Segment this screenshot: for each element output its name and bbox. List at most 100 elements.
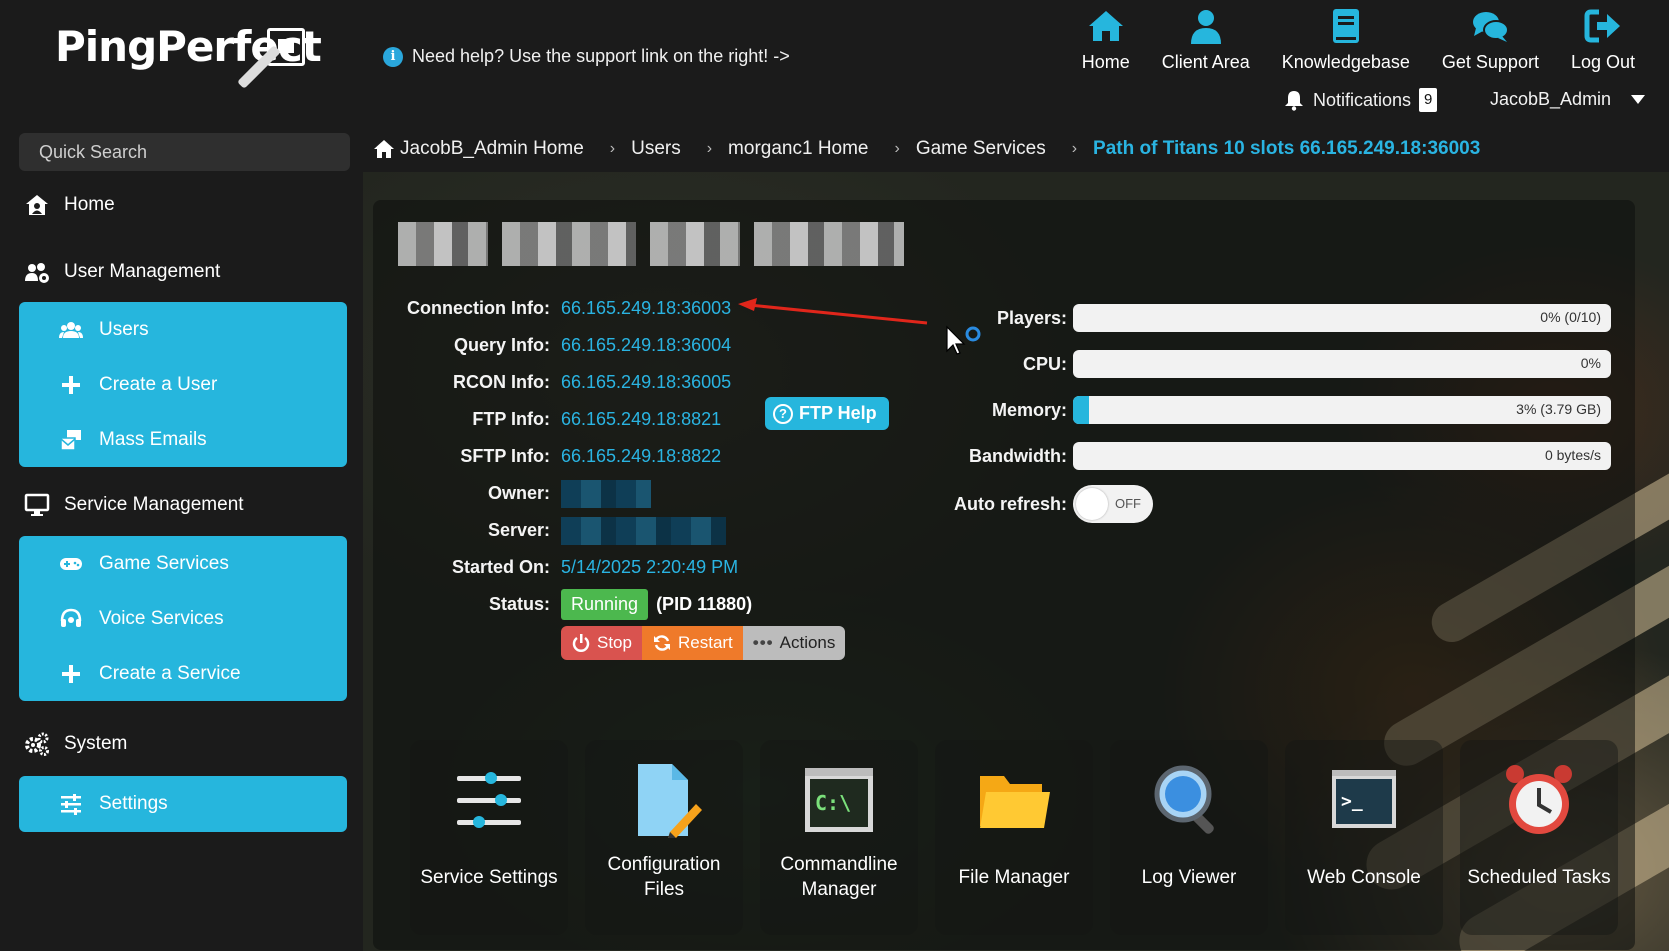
connection-info-row: Connection Info: 66.165.249.18:36003 — [390, 290, 752, 327]
username: JacobB_Admin — [1490, 89, 1612, 109]
ftp-help-button[interactable]: ? FTP Help — [765, 397, 889, 430]
rcon-info-label: RCON Info: — [453, 372, 550, 392]
tool-tiles: Service Settings Configuration Files C:\… — [410, 740, 1635, 935]
sliders-icon — [457, 772, 521, 828]
nav-home[interactable]: Home — [1066, 6, 1146, 73]
restart-button[interactable]: Restart — [641, 626, 743, 660]
sidebar-item-voice-services-label: Voice Services — [99, 607, 224, 629]
sidebar-system[interactable]: System — [24, 731, 127, 757]
owner-label: Owner: — [487, 483, 550, 503]
nav-log-out[interactable]: Log Out — [1555, 6, 1651, 73]
cpu-label: CPU: — [1023, 353, 1067, 374]
auto-refresh-toggle[interactable]: OFF — [1073, 485, 1153, 523]
sidebar-item-create-user[interactable]: Create a User — [19, 357, 347, 412]
sidebar-user-management[interactable]: User Management — [24, 259, 220, 285]
started-on-row: Started On: 5/14/2025 2:20:49 PM — [390, 549, 752, 586]
sidebar-item-users-label: Users — [99, 318, 149, 340]
sidebar-item-game-services[interactable]: Game Services — [19, 536, 347, 591]
nav-get-support[interactable]: Get Support — [1426, 6, 1555, 73]
cpu-value: 0% — [1580, 355, 1601, 371]
sidebar-item-mass-emails[interactable]: Mass Emails — [19, 412, 347, 467]
connection-info-label: Connection Info: — [407, 298, 550, 318]
nav-client-area[interactable]: Client Area — [1146, 6, 1266, 73]
svg-text:>_: >_ — [1341, 791, 1363, 812]
query-info-value[interactable]: 66.165.249.18:36004 — [561, 335, 731, 356]
service-management-group: Game Services Voice Services Create a Se… — [19, 536, 347, 701]
help-message: i Need help? Use the support link on the… — [383, 46, 790, 67]
svg-text:C:\: C:\ — [815, 791, 851, 815]
tile-service-settings[interactable]: Service Settings — [410, 740, 568, 935]
console-icon: >_ — [1332, 770, 1396, 828]
sidebar-item-voice-services[interactable]: Voice Services — [19, 591, 347, 646]
breadcrumb-users[interactable]: Users — [631, 138, 681, 160]
ftp-info-value[interactable]: 66.165.249.18:8821 — [561, 409, 721, 430]
nav-log-out-label: Log Out — [1570, 52, 1635, 72]
players-row: Players: 0% (0/10) — [940, 295, 1611, 341]
sidebar-home[interactable]: Home — [24, 192, 115, 218]
server-info: Connection Info: 66.165.249.18:36003 Que… — [390, 290, 752, 623]
home-icon — [1088, 11, 1123, 41]
logout-icon — [1584, 9, 1620, 43]
stop-label: Stop — [597, 633, 632, 652]
nav-knowledgebase[interactable]: Knowledgebase — [1266, 6, 1426, 73]
stop-button[interactable]: Stop — [561, 626, 642, 660]
mail-bulk-icon — [60, 429, 81, 451]
redacted-owner — [561, 479, 651, 508]
magnifier-icon — [1154, 765, 1214, 834]
quick-search-input[interactable] — [19, 133, 350, 171]
bandwidth-row: Bandwidth: 0 bytes/s — [940, 433, 1611, 479]
tile-web-console[interactable]: >_ Web Console — [1285, 740, 1443, 935]
status-row: Status: Running (PID 11880) — [390, 586, 752, 623]
breadcrumb-user-home[interactable]: morganc1 Home — [728, 138, 868, 160]
notifications[interactable]: Notifications 9 — [1283, 88, 1438, 112]
gears-icon — [25, 732, 49, 756]
nav-knowledgebase-label: Knowledgebase — [1281, 52, 1410, 72]
ftp-help-label: FTP Help — [799, 403, 877, 423]
tile-configuration-files[interactable]: Configuration Files — [585, 740, 743, 935]
players-bar: 0% (0/10) — [1073, 304, 1611, 332]
memory-row: Memory: 3% (3.79 GB) — [940, 387, 1611, 433]
folder-icon — [980, 776, 1050, 828]
user-icon — [1190, 10, 1221, 44]
tile-log-viewer[interactable]: Log Viewer — [1110, 740, 1268, 935]
sidebar-item-create-service[interactable]: Create a Service — [19, 646, 347, 701]
ellipsis-icon: ••• — [752, 633, 774, 652]
connection-info-value[interactable]: 66.165.249.18:36003 — [561, 298, 731, 319]
logo[interactable]: PingPerfect — [55, 22, 322, 102]
help-text: Need help? Use the support link on the r… — [412, 46, 790, 66]
breadcrumb: JacobB_Admin Home › Users › morganc1 Hom… — [373, 138, 1480, 160]
breadcrumb-admin-home[interactable]: JacobB_Admin Home — [400, 138, 584, 160]
headset-icon — [60, 608, 82, 627]
memory-value: 3% (3.79 GB) — [1516, 401, 1601, 417]
started-on-label: Started On: — [451, 557, 550, 577]
rcon-info-row: RCON Info: 66.165.249.18:36005 — [390, 364, 752, 401]
tile-service-settings-label: Service Settings — [420, 866, 558, 888]
tile-commandline-manager[interactable]: C:\ Commandline Manager — [760, 740, 918, 935]
notifications-count: 9 — [1419, 88, 1438, 112]
sidebar-item-users[interactable]: Users — [19, 302, 347, 357]
tile-commandline-manager-label: Commandline Manager — [780, 854, 898, 900]
question-icon: ? — [773, 403, 793, 424]
memory-label: Memory: — [991, 399, 1067, 420]
ftp-info-row: FTP Info: 66.165.249.18:8821 — [390, 401, 752, 438]
auto-refresh-row: Auto refresh: OFF — [940, 479, 1611, 529]
breadcrumb-game-services[interactable]: Game Services — [916, 138, 1046, 160]
tile-file-manager[interactable]: File Manager — [935, 740, 1093, 935]
chevron-right-icon: › — [894, 140, 900, 157]
tile-scheduled-tasks[interactable]: Scheduled Tasks — [1460, 740, 1618, 935]
auto-refresh-state: OFF — [1115, 496, 1141, 511]
breadcrumb-current-service: Path of Titans 10 slots 66.165.249.18:36… — [1093, 138, 1481, 159]
sidebar-item-settings[interactable]: Settings — [19, 776, 347, 832]
started-on-value: 5/14/2025 2:20:49 PM — [561, 557, 739, 577]
actions-button[interactable]: ••• Actions — [742, 626, 846, 660]
desktop-icon — [24, 493, 50, 516]
home-user-icon — [26, 195, 48, 215]
status-badge: Running — [561, 589, 649, 620]
actions-label: Actions — [779, 633, 836, 652]
book-icon — [1332, 9, 1359, 43]
user-menu[interactable]: JacobB_Admin — [1490, 89, 1646, 110]
sidebar-service-management[interactable]: Service Management — [24, 492, 244, 518]
sidebar-item-game-services-label: Game Services — [99, 552, 229, 574]
sftp-info-value[interactable]: 66.165.249.18:8822 — [561, 446, 721, 467]
rcon-info-value[interactable]: 66.165.249.18:36005 — [561, 372, 731, 393]
